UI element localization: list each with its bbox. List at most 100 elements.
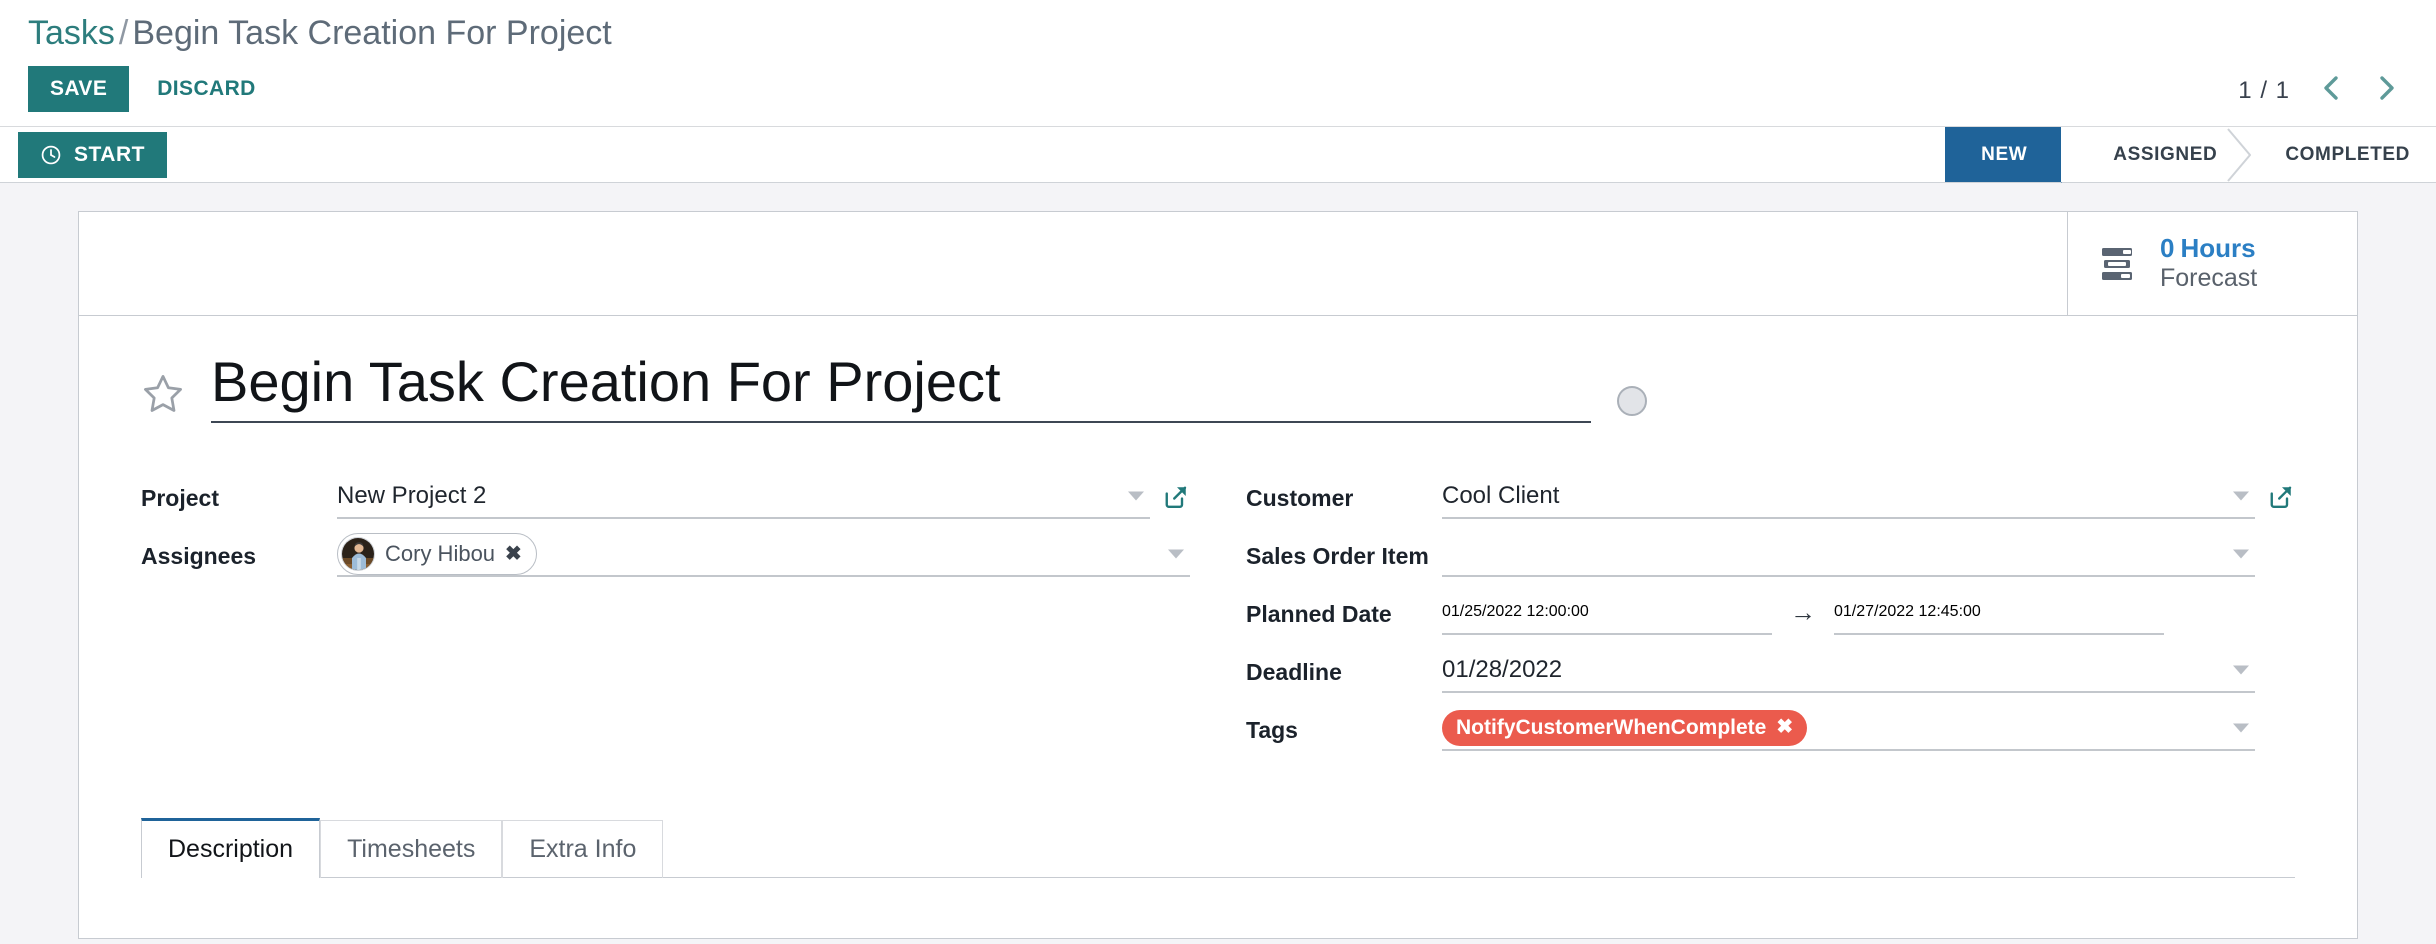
field-value-tags: NotifyCustomerWhenComplete ✖ — [1442, 707, 2295, 751]
status-stage-assigned-label: ASSIGNED — [2113, 143, 2218, 165]
pager-value: 1 / 1 — [2238, 77, 2290, 104]
field-value-planned-date: 01/25/2022 12:00:00 → 01/27/2022 12:45:0… — [1442, 591, 2295, 635]
planned-date-end-value: 01/27/2022 12:45:00 — [1834, 602, 1981, 620]
planned-date-start-value: 01/25/2022 12:00:00 — [1442, 602, 1589, 620]
tab-timesheets-label: Timesheets — [347, 834, 476, 863]
status-stage-completed[interactable]: COMPLETED — [2251, 127, 2436, 182]
field-value-sales-order-item — [1442, 533, 2295, 577]
external-link-placeholder — [2265, 598, 2295, 628]
task-title-field[interactable]: Begin Task Creation For Project — [211, 350, 1591, 423]
form-group-right: Customer Cool Client Sales Order Item Pl… — [1246, 475, 2295, 765]
external-link-icon[interactable] — [2265, 482, 2295, 512]
discard-button[interactable]: DISCARD — [139, 66, 273, 112]
form-sheet: 0 Hours Forecast Begin Task Creation For … — [78, 211, 2358, 939]
tab-description-label: Description — [168, 834, 294, 863]
tag-chip-label: NotifyCustomerWhenComplete — [1456, 715, 1767, 739]
field-value-project: New Project 2 — [337, 475, 1190, 519]
chevron-down-icon[interactable] — [2233, 665, 2249, 675]
breadcrumb-separator: / — [118, 14, 129, 52]
tab-timesheets[interactable]: Timesheets — [320, 819, 503, 878]
external-link-placeholder — [2265, 714, 2295, 744]
customer-value: Cool Client — [1442, 481, 1560, 509]
assignee-tag[interactable]: Cory Hibou ✖ — [337, 532, 537, 575]
chevron-down-icon[interactable] — [2233, 491, 2249, 501]
star-outline-icon[interactable] — [141, 372, 185, 416]
tags-input[interactable]: NotifyCustomerWhenComplete ✖ — [1442, 707, 2255, 751]
deadline-value: 01/28/2022 — [1442, 655, 1563, 683]
field-label-sales-order-item: Sales Order Item — [1246, 542, 1429, 569]
page-title[interactable]: Begin Task Creation For Project — [211, 350, 1591, 423]
forecast-value-line: 0 Hours — [2160, 233, 2256, 263]
start-timer-label: START — [74, 142, 145, 166]
planned-date-start-input[interactable]: 01/25/2022 12:00:00 — [1442, 591, 1772, 635]
notebook-page-description — [141, 878, 2295, 938]
field-row-sales-order-item: Sales Order Item — [1246, 533, 2295, 589]
chevron-down-icon[interactable] — [1128, 491, 1144, 501]
breadcrumb: Tasks / Begin Task Creation For Project — [28, 10, 612, 56]
control-panel-actions-row: SAVE DISCARD 1 / 1 — [0, 56, 2436, 126]
breadcrumb-root-tasks[interactable]: Tasks — [28, 14, 115, 52]
start-timer-button[interactable]: START — [18, 131, 167, 178]
timer-controls: START — [0, 127, 167, 182]
pager: 1 / 1 — [2238, 71, 2408, 111]
status-stage-new[interactable]: NEW — [1945, 127, 2088, 183]
status-arrow-separator — [2226, 127, 2252, 182]
tag-chip[interactable]: NotifyCustomerWhenComplete ✖ — [1442, 709, 1808, 747]
notebook: Description Timesheets Extra Info — [79, 817, 2357, 938]
status-row: START NEW ASSIGNED COMPLETED — [0, 127, 2436, 183]
deadline-input[interactable]: 01/28/2022 — [1442, 649, 2255, 693]
assignees-input[interactable]: Cory Hibou ✖ — [337, 532, 1190, 577]
field-row-deadline: Deadline 01/28/2022 — [1246, 649, 2295, 705]
avatar — [341, 536, 375, 571]
external-link-placeholder — [2265, 656, 2295, 686]
field-row-planned-date: Planned Date 01/25/2022 12:00:00 → 01/27… — [1246, 591, 2295, 647]
customer-input[interactable]: Cool Client — [1442, 475, 2255, 519]
clock-icon — [40, 144, 62, 166]
forecast-value: 0 — [2160, 233, 2175, 264]
field-row-assignees: Assignees Cory Hibou ✖ — [141, 532, 1190, 589]
field-value-deadline: 01/28/2022 — [1442, 649, 2295, 693]
forecast-stat-button[interactable]: 0 Hours Forecast — [2067, 212, 2357, 315]
status-stage-new-label: NEW — [1981, 143, 2028, 165]
field-label-project: Project — [141, 484, 219, 511]
field-row-project: Project New Project 2 — [141, 475, 1190, 531]
form-groups: Project New Project 2 Assignees Cory Hib… — [141, 475, 2295, 765]
forecast-unit: Hours — [2180, 233, 2256, 264]
chevron-down-icon[interactable] — [1168, 549, 1184, 559]
external-link-icon[interactable] — [1160, 482, 1190, 512]
status-stage-assigned[interactable]: ASSIGNED — [2061, 127, 2252, 182]
arrow-right-icon: → — [1790, 597, 1816, 628]
field-value-assignees: Cory Hibou ✖ — [337, 532, 1190, 577]
field-label-deadline: Deadline — [1246, 658, 1342, 685]
sales-order-item-input[interactable] — [1442, 533, 2255, 577]
field-label-tags: Tags — [1246, 716, 1298, 743]
kanban-state-circle[interactable] — [1617, 386, 1647, 416]
remove-tag-icon[interactable]: ✖ — [1776, 716, 1793, 739]
breadcrumb-row: Tasks / Begin Task Creation For Project — [0, 0, 2436, 56]
field-label-planned-date: Planned Date — [1246, 600, 1392, 627]
form-group-left: Project New Project 2 Assignees Cory Hib… — [141, 475, 1190, 765]
forecast-label: Forecast — [2160, 264, 2258, 293]
remove-tag-icon[interactable]: ✖ — [505, 541, 522, 566]
save-button[interactable]: SAVE — [28, 66, 130, 112]
sheet-body: Begin Task Creation For Project Project … — [79, 316, 2357, 765]
planned-date-end-input[interactable]: 01/27/2022 12:45:00 — [1834, 591, 2164, 635]
stat-button-box: 0 Hours Forecast — [79, 212, 2357, 316]
statusbar: NEW ASSIGNED COMPLETED — [1945, 127, 2436, 183]
chevron-right-icon[interactable] — [2366, 71, 2408, 111]
sheet-wrapper: 0 Hours Forecast Begin Task Creation For … — [0, 183, 2436, 939]
chevron-down-icon[interactable] — [2233, 549, 2249, 559]
chevron-down-icon[interactable] — [2233, 723, 2249, 733]
breadcrumb-current: Begin Task Creation For Project — [132, 14, 612, 52]
chevron-left-icon[interactable] — [2310, 71, 2352, 111]
forecast-stat-text: 0 Hours Forecast — [2160, 233, 2258, 293]
field-row-customer: Customer Cool Client — [1246, 475, 2295, 531]
tab-description[interactable]: Description — [141, 817, 321, 878]
field-value-customer: Cool Client — [1442, 475, 2295, 519]
gantt-bars-icon — [2102, 247, 2142, 281]
assignee-tag-label: Cory Hibou — [385, 540, 496, 566]
project-input[interactable]: New Project 2 — [337, 475, 1150, 519]
tab-extra-info[interactable]: Extra Info — [502, 819, 664, 878]
planned-date-range: 01/25/2022 12:00:00 → 01/27/2022 12:45:0… — [1442, 591, 2255, 635]
project-value: New Project 2 — [337, 481, 487, 509]
